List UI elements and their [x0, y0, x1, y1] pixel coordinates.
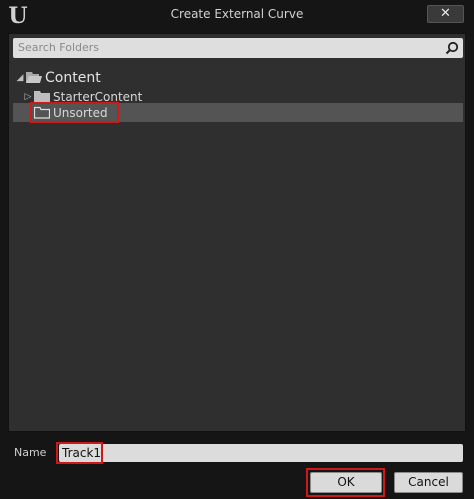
title-bar: U Create External Curve ✕: [0, 0, 474, 31]
close-button[interactable]: ✕: [427, 5, 464, 23]
tree-item-label: Content: [45, 69, 101, 86]
collapsed-arrow-icon[interactable]: ▷: [22, 92, 34, 102]
cancel-button[interactable]: Cancel: [394, 472, 463, 493]
highlight-box-ok: [306, 468, 385, 497]
window-title: Create External Curve: [170, 7, 304, 21]
highlight-box-name: [56, 442, 103, 464]
name-label: Name: [14, 446, 47, 459]
search-bar: [13, 38, 463, 58]
folder-open-icon: [26, 72, 42, 83]
tree-item-content[interactable]: ◢ Content: [14, 69, 101, 86]
name-input[interactable]: [59, 444, 463, 462]
search-icon[interactable]: [445, 41, 459, 55]
highlight-box-unsorted: [30, 102, 119, 123]
search-folders-input[interactable]: [18, 38, 438, 58]
expanded-arrow-icon[interactable]: ◢: [14, 73, 26, 83]
